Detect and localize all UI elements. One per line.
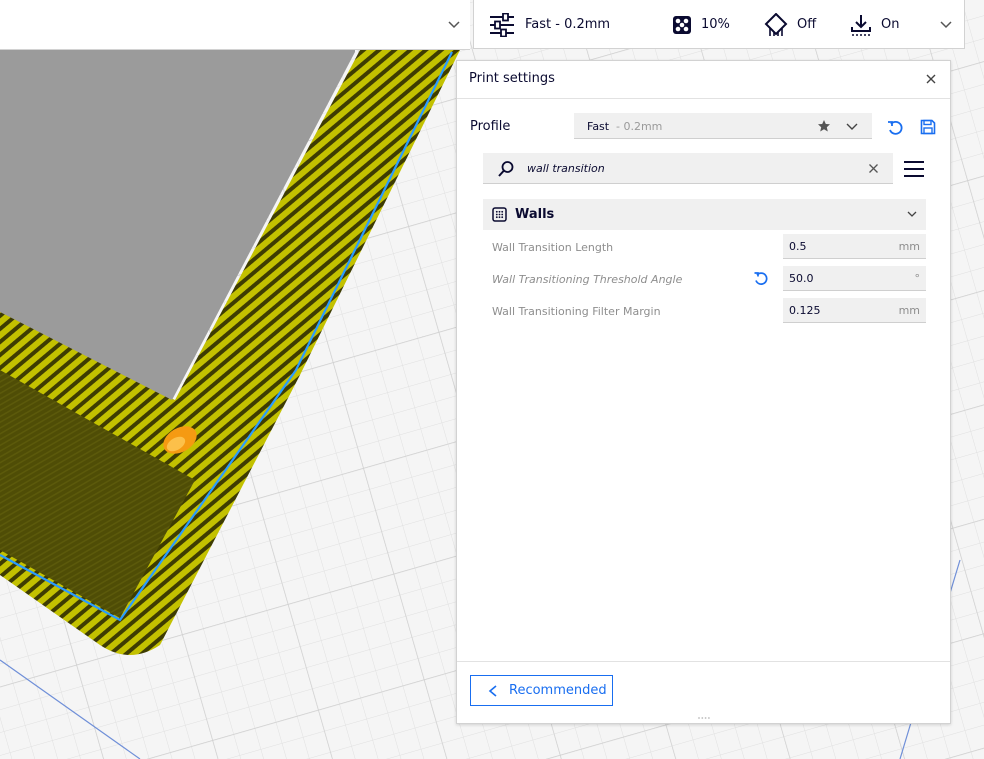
chevron-down-icon[interactable] — [938, 16, 954, 32]
topbar-left — [0, 0, 470, 50]
support-icon — [764, 12, 788, 36]
category-label: Walls — [515, 207, 555, 222]
setting-unit: ° — [914, 272, 921, 285]
settings-sliders-icon — [490, 12, 514, 37]
setting-value: 50.0 — [789, 272, 814, 285]
category-walls[interactable]: Walls — [483, 199, 926, 230]
clear-search-icon[interactable] — [868, 163, 879, 174]
support-summary[interactable]: Off — [764, 0, 816, 49]
profile-layer-height: - 0.2mm — [616, 120, 663, 133]
profile-dropdown[interactable]: Fast - 0.2mm — [574, 113, 872, 139]
panel-header: Print settings — [457, 61, 950, 99]
chevron-down-icon[interactable] — [446, 16, 462, 32]
recommended-label: Recommended — [509, 683, 607, 698]
reset-setting-icon[interactable] — [753, 271, 769, 287]
adhesion-icon — [851, 14, 871, 36]
setting-unit: mm — [898, 304, 920, 317]
adhesion-value: On — [881, 17, 900, 32]
infill-icon — [673, 15, 691, 34]
setting-value: 0.125 — [789, 304, 821, 317]
save-profile-icon[interactable] — [920, 119, 936, 135]
print-settings-panel: Print settings Profile Fast - 0.2mm wall… — [456, 60, 951, 724]
panel-footer-divider — [457, 661, 950, 662]
setting-value: 0.5 — [789, 240, 807, 253]
resize-grip-icon[interactable] — [697, 716, 711, 720]
infill-summary[interactable]: 10% — [672, 0, 730, 49]
setting-row-wall-transitioning-filter-margin: Wall Transitioning Filter Margin 0.125 m… — [483, 295, 926, 327]
settings-search — [483, 153, 893, 184]
wall-transition-length-field[interactable]: 0.5 mm — [783, 234, 926, 259]
infill-value: 10% — [701, 17, 730, 32]
profile-summary-label: Fast - 0.2mm — [525, 17, 611, 32]
chevron-down-icon — [846, 123, 858, 130]
panel-title: Print settings — [469, 71, 555, 86]
setting-label: Wall Transitioning Threshold Angle — [492, 273, 683, 286]
walls-grid-icon — [492, 207, 507, 222]
print-setup-selector[interactable]: Fast - 0.2mm 10% Off On — [473, 0, 965, 49]
star-icon[interactable] — [817, 119, 831, 133]
setting-row-wall-transitioning-threshold-angle: Wall Transitioning Threshold Angle 50.0 … — [483, 263, 926, 295]
profile-label: Profile — [470, 119, 511, 134]
setting-unit: mm — [898, 240, 920, 253]
setting-row-wall-transition-length: Wall Transition Length 0.5 mm — [483, 231, 926, 263]
profile-summary[interactable]: Fast - 0.2mm — [488, 0, 610, 49]
chevron-left-icon — [488, 685, 497, 697]
search-input[interactable] — [527, 159, 847, 177]
wall-transitioning-threshold-angle-field[interactable]: 50.0 ° — [783, 266, 926, 291]
search-icon — [498, 161, 514, 177]
close-icon[interactable] — [924, 72, 938, 86]
setting-label: Wall Transitioning Filter Margin — [492, 305, 661, 318]
profile-name: Fast — [587, 120, 610, 133]
recommended-button[interactable]: Recommended — [470, 675, 613, 706]
chevron-down-icon — [907, 211, 917, 217]
hamburger-menu-icon[interactable] — [903, 159, 925, 179]
setting-label: Wall Transition Length — [492, 241, 614, 254]
adhesion-summary[interactable]: On — [850, 0, 899, 49]
support-value: Off — [797, 17, 817, 32]
wall-transitioning-filter-margin-field[interactable]: 0.125 mm — [783, 298, 926, 323]
reset-profile-icon[interactable] — [887, 120, 904, 137]
